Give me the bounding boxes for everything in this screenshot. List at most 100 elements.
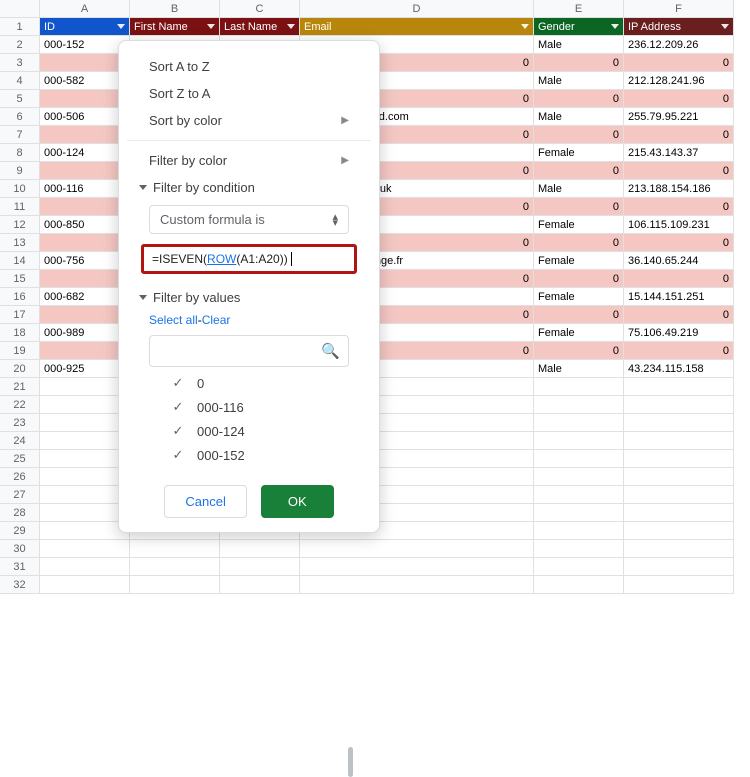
cell[interactable]: 0 [534,198,624,216]
sort-by-color[interactable]: Sort by color▶ [127,107,371,134]
cell[interactable] [624,414,734,432]
select-all-corner[interactable] [0,0,40,18]
column-header[interactable]: A [40,0,130,18]
cell[interactable]: 43.234.115.158 [624,360,734,378]
filter-value-item[interactable]: ✓0 [127,371,371,395]
cell[interactable] [534,540,624,558]
cell[interactable] [624,522,734,540]
cell[interactable]: 0 [624,306,734,324]
filter-by-condition-section[interactable]: Filter by condition [127,174,371,201]
cell[interactable] [40,414,130,432]
cell[interactable] [40,198,130,216]
cell[interactable] [40,432,130,450]
filter-icon[interactable] [611,24,619,29]
filter-icon[interactable] [521,24,529,29]
cell[interactable]: 215.43.143.37 [624,144,734,162]
cell[interactable] [534,414,624,432]
cell[interactable] [40,378,130,396]
filter-icon[interactable] [207,24,215,29]
cell[interactable] [40,576,130,594]
cell[interactable]: 0 [534,342,624,360]
cell[interactable] [534,396,624,414]
field-header[interactable]: Gender [534,18,624,36]
cell[interactable]: Male [534,72,624,90]
cell[interactable]: 0 [624,90,734,108]
cell[interactable]: 0 [534,90,624,108]
cell[interactable]: 236.12.209.26 [624,36,734,54]
cell[interactable] [534,522,624,540]
row-header[interactable]: 24 [0,432,40,450]
cell[interactable] [220,576,300,594]
cell[interactable]: Male [534,108,624,126]
cell[interactable]: 000-925 [40,360,130,378]
cell[interactable]: 0 [534,306,624,324]
cell[interactable]: Male [534,180,624,198]
cell[interactable]: 212.128.241.96 [624,72,734,90]
cell[interactable]: Female [534,252,624,270]
cell[interactable]: Female [534,144,624,162]
cell[interactable] [130,576,220,594]
cell[interactable] [534,432,624,450]
cell[interactable] [40,90,130,108]
cell[interactable]: Female [534,288,624,306]
cell[interactable]: Male [534,36,624,54]
cell[interactable]: 255.79.95.221 [624,108,734,126]
cell[interactable]: 0 [534,126,624,144]
row-header[interactable]: 15 [0,270,40,288]
row-header[interactable]: 22 [0,396,40,414]
row-header[interactable]: 7 [0,126,40,144]
cell[interactable] [40,396,130,414]
cell[interactable]: 0 [534,270,624,288]
cell[interactable] [624,450,734,468]
cell[interactable] [300,540,534,558]
cell[interactable]: 000-582 [40,72,130,90]
filter-by-values-section[interactable]: Filter by values [127,284,371,311]
cell[interactable] [624,396,734,414]
filter-by-color[interactable]: Filter by color▶ [127,147,371,174]
cell[interactable] [300,576,534,594]
row-header[interactable]: 26 [0,468,40,486]
filter-icon[interactable] [287,24,295,29]
cell[interactable] [40,504,130,522]
formula-input[interactable]: =ISEVEN(ROW(A1:A20)) [141,244,357,274]
cell[interactable]: 0 [624,54,734,72]
row-header[interactable]: 1 [0,18,40,36]
row-header[interactable]: 29 [0,522,40,540]
cell[interactable] [624,432,734,450]
cell[interactable] [624,486,734,504]
cell[interactable] [40,342,130,360]
clear-link[interactable]: Clear [202,313,231,327]
column-header[interactable]: D [300,0,534,18]
cell[interactable] [40,306,130,324]
row-header[interactable]: 13 [0,234,40,252]
row-header[interactable]: 6 [0,108,40,126]
field-header[interactable]: Email [300,18,534,36]
cell[interactable] [534,576,624,594]
cell[interactable] [220,558,300,576]
cell[interactable] [624,558,734,576]
row-header[interactable]: 9 [0,162,40,180]
column-header[interactable]: F [624,0,734,18]
cell[interactable]: 0 [534,234,624,252]
row-header[interactable]: 5 [0,90,40,108]
row-header[interactable]: 2 [0,36,40,54]
cell[interactable] [130,540,220,558]
cell[interactable]: 0 [534,54,624,72]
row-header[interactable]: 16 [0,288,40,306]
cell[interactable] [534,486,624,504]
row-header[interactable]: 4 [0,72,40,90]
cell[interactable] [624,378,734,396]
cell[interactable] [624,576,734,594]
filter-value-item[interactable]: ✓000-124 [127,419,371,443]
cell[interactable]: 0 [624,126,734,144]
cell[interactable]: 000-506 [40,108,130,126]
cancel-button[interactable]: Cancel [164,485,246,518]
row-header[interactable]: 21 [0,378,40,396]
cell[interactable] [40,270,130,288]
row-header[interactable]: 14 [0,252,40,270]
values-search-input[interactable]: 🔍 [149,335,349,367]
cell[interactable]: Female [534,324,624,342]
cell[interactable]: 000-682 [40,288,130,306]
cell[interactable]: 0 [624,234,734,252]
row-header[interactable]: 28 [0,504,40,522]
